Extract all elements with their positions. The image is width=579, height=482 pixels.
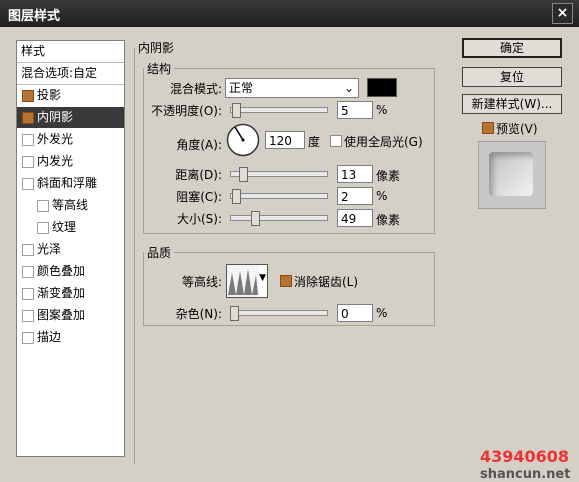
style-item-checkbox[interactable] — [22, 244, 34, 256]
close-icon[interactable]: × — [552, 3, 573, 24]
title-bar: 图层样式 × — [0, 0, 579, 28]
style-item-checkbox[interactable] — [22, 112, 34, 124]
ok-button[interactable]: 确定 — [462, 38, 562, 58]
style-item[interactable]: 外发光 — [17, 129, 124, 150]
style-item-checkbox[interactable] — [22, 288, 34, 300]
preview-checkbox[interactable] — [482, 122, 494, 134]
watermark-number: 43940608 — [480, 447, 570, 466]
angle-field[interactable]: 120 — [265, 131, 305, 149]
style-item-label: 渐变叠加 — [37, 286, 86, 300]
choke-unit: % — [376, 189, 388, 203]
global-light-checkbox[interactable] — [330, 135, 342, 147]
distance-unit: 像素 — [376, 169, 401, 183]
style-item-checkbox[interactable] — [22, 310, 34, 322]
style-item-label: 投影 — [37, 88, 62, 102]
style-item-label: 描边 — [37, 330, 62, 344]
reset-button[interactable]: 复位 — [462, 67, 562, 87]
anti-alias-checkbox[interactable] — [280, 275, 292, 287]
blend-mode-value: 正常 — [229, 81, 254, 95]
style-item[interactable]: 描边 — [17, 327, 124, 348]
angle-dial[interactable] — [226, 123, 260, 157]
preview-label: 预览(V) — [496, 122, 538, 136]
noise-slider[interactable] — [230, 306, 328, 321]
contour-dropdown-icon[interactable]: ▼ — [259, 273, 266, 283]
style-item-label: 外发光 — [37, 132, 74, 146]
style-item-checkbox[interactable] — [22, 156, 34, 168]
style-item-checkbox[interactable] — [22, 90, 34, 102]
style-item-checkbox[interactable] — [22, 134, 34, 146]
style-item[interactable]: 纹理 — [17, 217, 124, 238]
watermark-site: shancun.net — [480, 467, 571, 482]
style-item-label: 斜面和浮雕 — [37, 176, 98, 190]
choke-slider-thumb[interactable] — [232, 189, 241, 204]
preview-swatch — [478, 141, 546, 209]
style-item-label: 内发光 — [37, 154, 74, 168]
blend-options-item[interactable]: 混合选项:自定 — [17, 63, 124, 85]
choke-field[interactable]: 2 — [337, 187, 373, 205]
opacity-unit: % — [376, 103, 388, 117]
style-item[interactable]: 图案叠加 — [17, 305, 124, 326]
noise-slider-thumb[interactable] — [230, 306, 239, 321]
style-item-checkbox[interactable] — [22, 178, 34, 190]
style-item-checkbox[interactable] — [22, 332, 34, 344]
angle-dial-icon — [226, 123, 260, 157]
styles-header[interactable]: 样式 — [17, 41, 124, 63]
global-light-label: 使用全局光(G) — [344, 135, 423, 149]
contour-picker[interactable]: ▼ — [226, 264, 268, 298]
window-title: 图层样式 — [8, 9, 61, 24]
new-style-button[interactable]: 新建样式(W)... — [462, 94, 562, 114]
choke-label: 阻塞(C): — [176, 190, 222, 204]
blend-mode-select[interactable]: 正常 ⌄ — [225, 78, 359, 98]
anti-alias-label: 消除锯齿(L) — [294, 275, 359, 289]
style-item-checkbox[interactable] — [22, 266, 34, 278]
style-item-label: 颜色叠加 — [37, 264, 86, 278]
style-item[interactable]: 等高线 — [17, 195, 124, 216]
noise-field[interactable]: 0 — [337, 304, 373, 322]
shadow-color-swatch[interactable] — [367, 78, 397, 97]
size-unit: 像素 — [376, 213, 401, 227]
style-item-checkbox[interactable] — [37, 222, 49, 234]
style-item-label: 光泽 — [37, 242, 62, 256]
style-item-label: 等高线 — [52, 198, 89, 212]
style-item[interactable]: 投影 — [17, 85, 124, 106]
dialog-body: 样式 混合选项:自定 投影 内阴影 外发光 内发光 斜面和浮雕 等高线 纹理 光泽 颜色叠加 渐变… — [0, 27, 579, 482]
opacity-slider-thumb[interactable] — [232, 103, 241, 118]
contour-label: 等高线: — [181, 275, 222, 289]
contour-preview-icon — [227, 265, 259, 297]
opacity-slider[interactable] — [230, 103, 328, 118]
size-slider[interactable] — [230, 211, 328, 226]
size-label: 大小(S): — [176, 212, 222, 226]
style-item[interactable]: 颜色叠加 — [17, 261, 124, 282]
style-list: 样式 混合选项:自定 投影内阴影外发光内发光斜面和浮雕等高线纹理光泽颜色叠加渐变… — [16, 40, 125, 457]
style-item-label: 图案叠加 — [37, 308, 86, 322]
size-slider-thumb[interactable] — [251, 211, 260, 226]
size-field[interactable]: 49 — [337, 209, 373, 227]
inner-shadow-title: 内阴影 — [138, 41, 175, 55]
preview-thumbnail — [489, 152, 533, 196]
distance-label: 距离(D): — [175, 168, 222, 182]
distance-slider[interactable] — [230, 167, 328, 182]
distance-field[interactable]: 13 — [337, 165, 373, 183]
style-item[interactable]: 内阴影 — [17, 107, 124, 128]
angle-unit: 度 — [308, 135, 321, 149]
noise-label: 杂色(N): — [175, 307, 222, 321]
style-item[interactable]: 内发光 — [17, 151, 124, 172]
style-item-checkbox[interactable] — [37, 200, 49, 212]
style-item[interactable]: 渐变叠加 — [17, 283, 124, 304]
structure-title: 结构 — [147, 62, 172, 76]
distance-slider-thumb[interactable] — [239, 167, 248, 182]
opacity-field[interactable]: 5 — [337, 101, 373, 119]
chevron-down-icon: ⌄ — [343, 81, 354, 95]
opacity-label: 不透明度(O): — [151, 104, 222, 118]
noise-unit: % — [376, 306, 388, 320]
choke-slider[interactable] — [230, 189, 328, 204]
angle-label: 角度(A): — [176, 138, 222, 152]
style-item[interactable]: 斜面和浮雕 — [17, 173, 124, 194]
quality-title: 品质 — [147, 246, 172, 260]
style-item[interactable]: 光泽 — [17, 239, 124, 260]
blend-mode-label: 混合模式: — [169, 82, 222, 96]
style-item-label: 内阴影 — [37, 110, 74, 124]
style-item-label: 纹理 — [52, 220, 77, 234]
